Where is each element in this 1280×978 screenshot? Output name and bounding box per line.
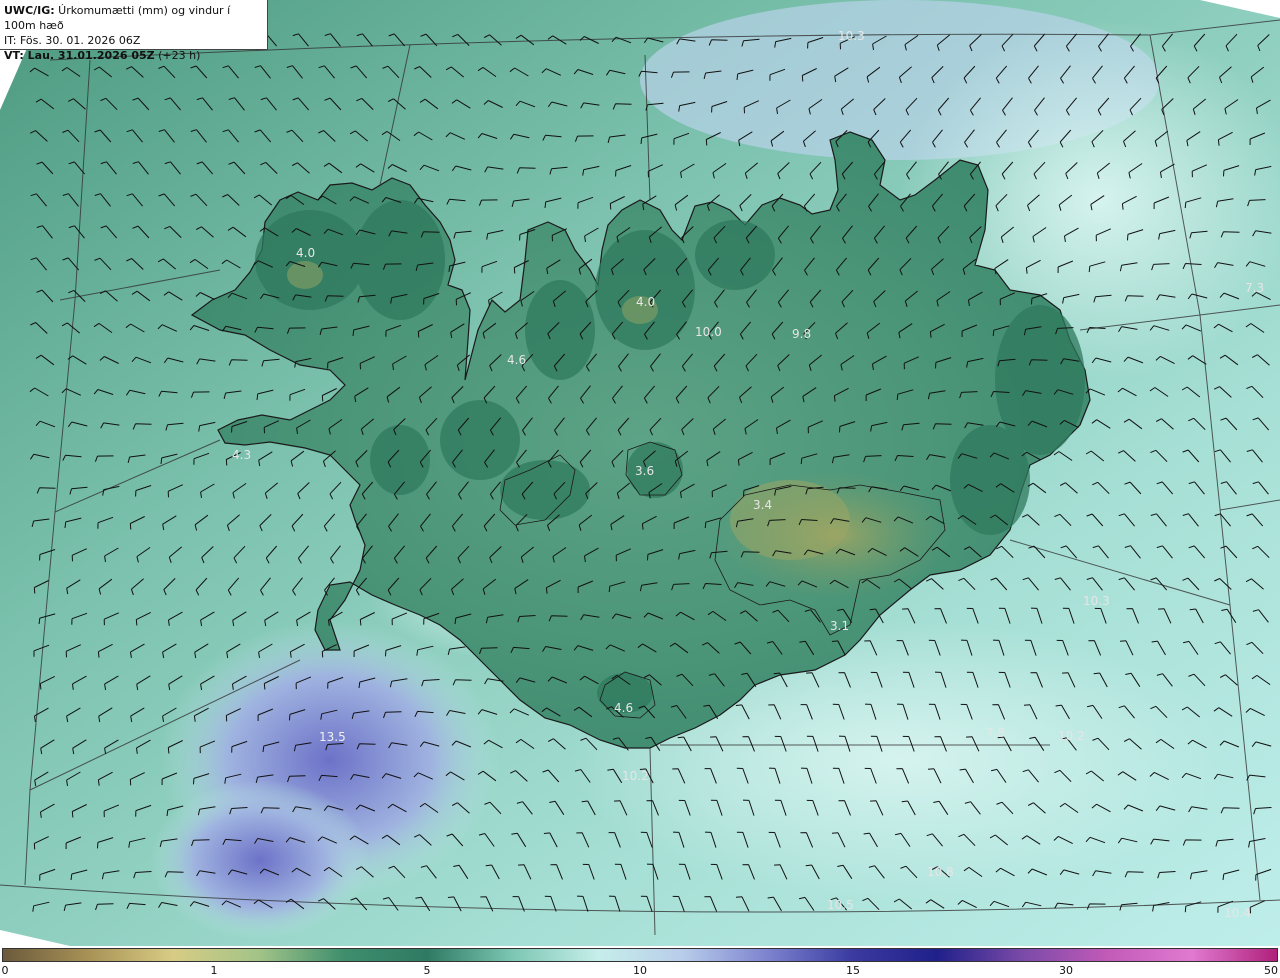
value-label: 7.3 bbox=[1245, 281, 1264, 295]
value-label: 10.5 bbox=[827, 898, 854, 912]
colorbar-strip bbox=[2, 948, 1278, 962]
colorbar-tick: 30 bbox=[1059, 964, 1073, 977]
valid-time: VT: Lau. 31.01.2026 05Z (+23 h) bbox=[4, 49, 201, 62]
colorbar-tick: 5 bbox=[423, 964, 431, 977]
colorbar-tick: 15 bbox=[846, 964, 860, 977]
map-info-box: UWC/IG: Úrkomumætti (mm) og vindur í 100… bbox=[0, 0, 268, 62]
colorbar-tick: 10 bbox=[633, 964, 647, 977]
value-label: 4.3 bbox=[232, 448, 251, 462]
weather-map: 4.0 4.0 10.0 9.8 4.6 4.3 3.6 3.4 3.1 4.6… bbox=[0, 0, 1280, 946]
value-label: 10.0 bbox=[695, 325, 722, 339]
value-label: 7.8 bbox=[986, 726, 1005, 740]
value-label: 10.3 bbox=[1083, 594, 1110, 608]
value-label: 3.4 bbox=[753, 498, 772, 512]
colorbar-tick: 50 bbox=[1264, 964, 1278, 977]
colorbar: 0 1 5 10 15 30 50 bbox=[0, 946, 1280, 978]
value-label: 10.3 bbox=[838, 29, 865, 43]
value-label: 10.8 bbox=[927, 865, 954, 879]
value-label: 13.5 bbox=[319, 730, 346, 744]
init-time: IT: Fös. 30. 01. 2026 06Z bbox=[4, 34, 141, 47]
value-label: 10.2 bbox=[1058, 729, 1085, 743]
value-label: 4.6 bbox=[614, 701, 633, 715]
value-label: 4.0 bbox=[296, 246, 315, 260]
colorbar-tick: 1 bbox=[210, 964, 218, 977]
value-label: 4.0 bbox=[636, 295, 655, 309]
value-label: 3.6 bbox=[635, 464, 654, 478]
map-title: UWC/IG: Úrkomumætti (mm) og vindur í 100… bbox=[4, 4, 231, 32]
value-label: 9.8 bbox=[792, 327, 811, 341]
colorbar-tick: 0 bbox=[1, 964, 9, 977]
value-label: 3.1 bbox=[830, 619, 849, 633]
value-label: 10.2 bbox=[622, 769, 649, 783]
value-label: 4.6 bbox=[507, 353, 526, 367]
value-label: 10.4 bbox=[1224, 906, 1251, 920]
